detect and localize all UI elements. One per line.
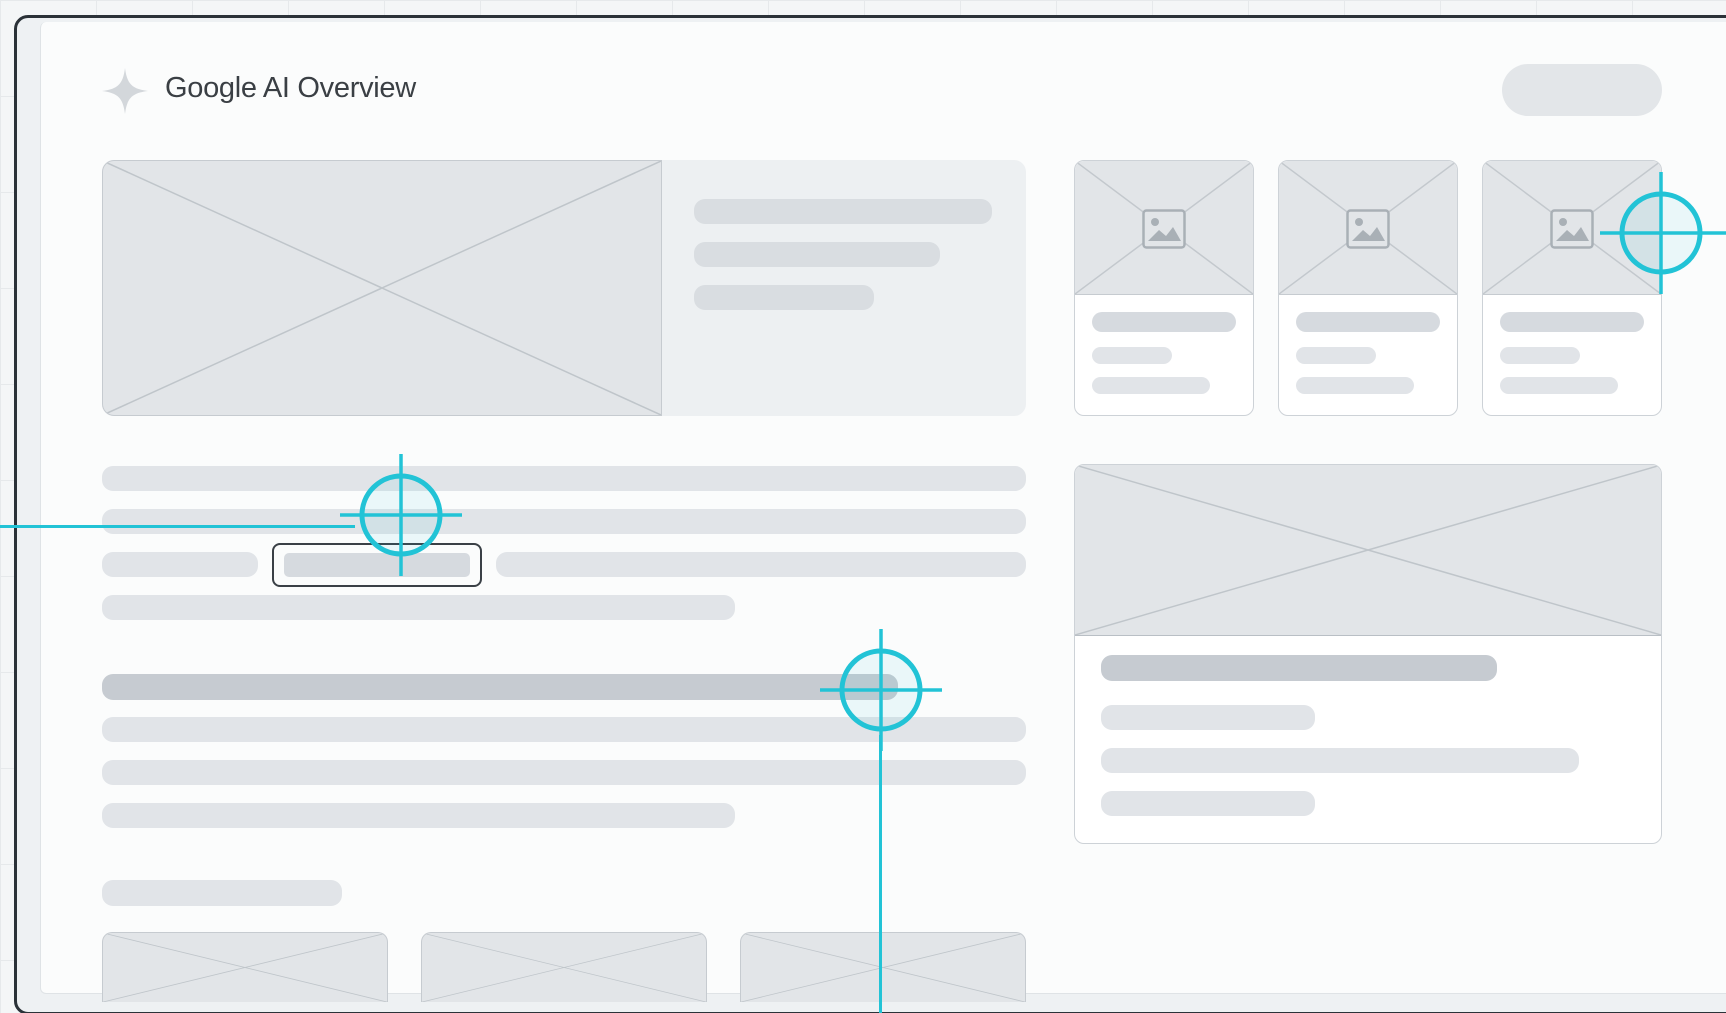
side-card-title-line <box>1101 655 1497 681</box>
thumbnail-image <box>1279 161 1457 295</box>
paragraph-line <box>496 552 1026 577</box>
bottom-card-image[interactable] <box>740 932 1026 1002</box>
paragraph-line <box>102 760 1026 785</box>
image-icon <box>1142 209 1186 249</box>
side-info-card[interactable] <box>1074 464 1662 844</box>
bottom-card-image[interactable] <box>421 932 707 1002</box>
paragraph-line <box>102 466 1026 491</box>
subheading-line <box>102 880 342 906</box>
thumbnail-card[interactable] <box>1482 160 1662 416</box>
target-connector-line <box>879 735 882 1013</box>
paragraph-line <box>102 803 735 828</box>
header-pill-button[interactable] <box>1502 64 1662 116</box>
hero-image-placeholder <box>102 160 662 416</box>
paragraph-line <box>102 552 258 577</box>
thumbnail-text-line <box>1500 377 1618 394</box>
thumbnail-image <box>1483 161 1661 295</box>
hero-text-line <box>694 242 940 267</box>
page-title: Google AI Overview <box>165 72 416 104</box>
side-card-text-line <box>1101 705 1315 730</box>
side-card-text-line <box>1101 748 1579 773</box>
section-heading-line <box>102 674 898 700</box>
hero-text-line <box>694 285 874 310</box>
thumbnail-text-line <box>1296 312 1440 332</box>
paragraph-line <box>102 509 1026 534</box>
image-icon <box>1346 209 1390 249</box>
thumbnail-text-line <box>1092 347 1172 364</box>
thumbnail-card[interactable] <box>1074 160 1254 416</box>
hero-text-line <box>694 199 992 224</box>
thumbnail-card[interactable] <box>1278 160 1458 416</box>
paragraph-line <box>102 595 735 620</box>
image-icon <box>1550 209 1594 249</box>
side-card-image <box>1075 465 1661 636</box>
thumbnail-text-line <box>1296 347 1376 364</box>
thumbnail-text-line <box>1092 312 1236 332</box>
bottom-card-image[interactable] <box>102 932 388 1002</box>
thumbnail-image <box>1075 161 1253 295</box>
paragraph-line <box>102 717 1026 742</box>
thumbnail-text-line <box>1296 377 1414 394</box>
sparkle-icon <box>100 66 150 116</box>
target-connector-line <box>0 525 355 528</box>
side-card-text-line <box>1101 791 1315 816</box>
thumbnail-text-line <box>1092 377 1210 394</box>
thumbnail-text-line <box>1500 312 1644 332</box>
highlighted-text-chip[interactable] <box>272 543 482 587</box>
thumbnail-text-line <box>1500 347 1580 364</box>
